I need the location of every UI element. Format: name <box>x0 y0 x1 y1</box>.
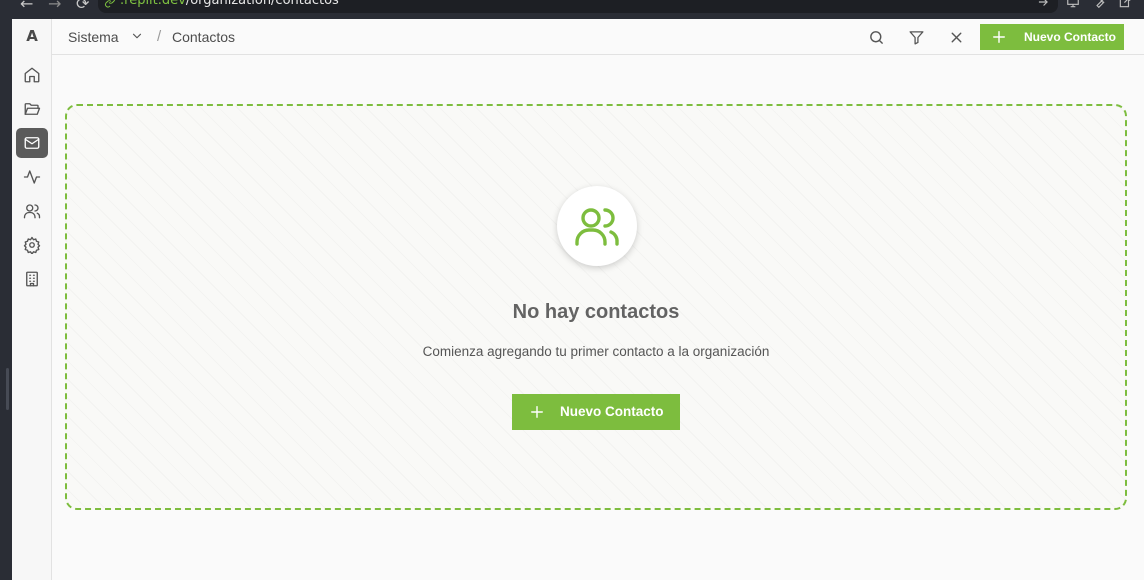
chevron-down-icon[interactable] <box>130 29 144 43</box>
home-icon <box>24 67 40 83</box>
empty-state-new-contact-button[interactable]: Nuevo Contacto <box>512 394 680 430</box>
filter-button[interactable] <box>906 27 926 47</box>
sidebar-item-users[interactable] <box>16 196 48 226</box>
empty-state-subtitle: Comienza agregando tu primer contacto a … <box>422 344 770 359</box>
mail-icon <box>24 137 40 149</box>
search-button[interactable] <box>866 27 886 47</box>
monitor-icon[interactable] <box>1066 0 1080 9</box>
close-icon <box>951 32 961 42</box>
window-edge <box>0 19 12 580</box>
sidebar-item-folders[interactable] <box>16 94 48 124</box>
new-contact-button[interactable]: Nuevo Contacto <box>980 24 1124 50</box>
url-host: .replit.dev <box>120 0 186 8</box>
back-icon[interactable]: ← <box>20 0 33 13</box>
plus-icon <box>993 31 1005 43</box>
gear-icon <box>23 236 41 254</box>
url-text: .replit.dev/organization/contactos <box>120 0 339 8</box>
breadcrumb-root[interactable]: Sistema <box>68 29 119 45</box>
empty-state-title: No hay contactos <box>512 301 680 323</box>
plus-icon <box>531 406 543 418</box>
top-bar: Sistema / Contactos Nuevo Contacto <box>52 19 1144 55</box>
browser-toolbar: ← → ⟳ .replit.dev/organization/contactos <box>0 0 1144 19</box>
sidebar-item-organization[interactable] <box>16 264 48 294</box>
arrow-right-icon[interactable] <box>1036 0 1050 9</box>
clear-button[interactable] <box>946 27 966 47</box>
empty-state-icon-circle <box>557 186 637 266</box>
breadcrumb-separator: / <box>157 28 162 45</box>
app-logo[interactable]: A <box>12 27 52 45</box>
breadcrumb-current: Contactos <box>172 29 236 45</box>
folder-open-icon <box>24 103 41 115</box>
activity-icon <box>23 170 41 184</box>
sidebar: A <box>12 19 52 580</box>
users-icon <box>575 208 619 246</box>
users-icon <box>23 204 41 219</box>
sidebar-item-home[interactable] <box>16 60 48 90</box>
search-icon <box>869 30 883 44</box>
building-icon <box>26 271 38 287</box>
empty-state-panel: No hay contactos Comienza agregando tu p… <box>65 104 1127 510</box>
sidebar-item-activity[interactable] <box>16 162 48 192</box>
forward-icon[interactable]: → <box>48 0 61 13</box>
new-contact-button-label: Nuevo Contacto <box>1024 30 1117 44</box>
empty-state-button-label: Nuevo Contacto <box>560 404 664 419</box>
app-window: A Sistema / Contactos Nuevo Contacto No … <box>12 19 1144 580</box>
url-path: /organization/contactos <box>185 0 339 8</box>
link-icon <box>105 0 115 8</box>
sidebar-item-settings[interactable] <box>16 230 48 260</box>
external-link-icon[interactable] <box>1118 0 1132 9</box>
wrench-icon[interactable] <box>1093 0 1107 9</box>
resize-grip[interactable] <box>6 368 9 410</box>
reload-icon[interactable]: ⟳ <box>76 0 89 13</box>
filter-icon <box>908 30 924 45</box>
sidebar-item-contacts[interactable] <box>16 128 48 158</box>
